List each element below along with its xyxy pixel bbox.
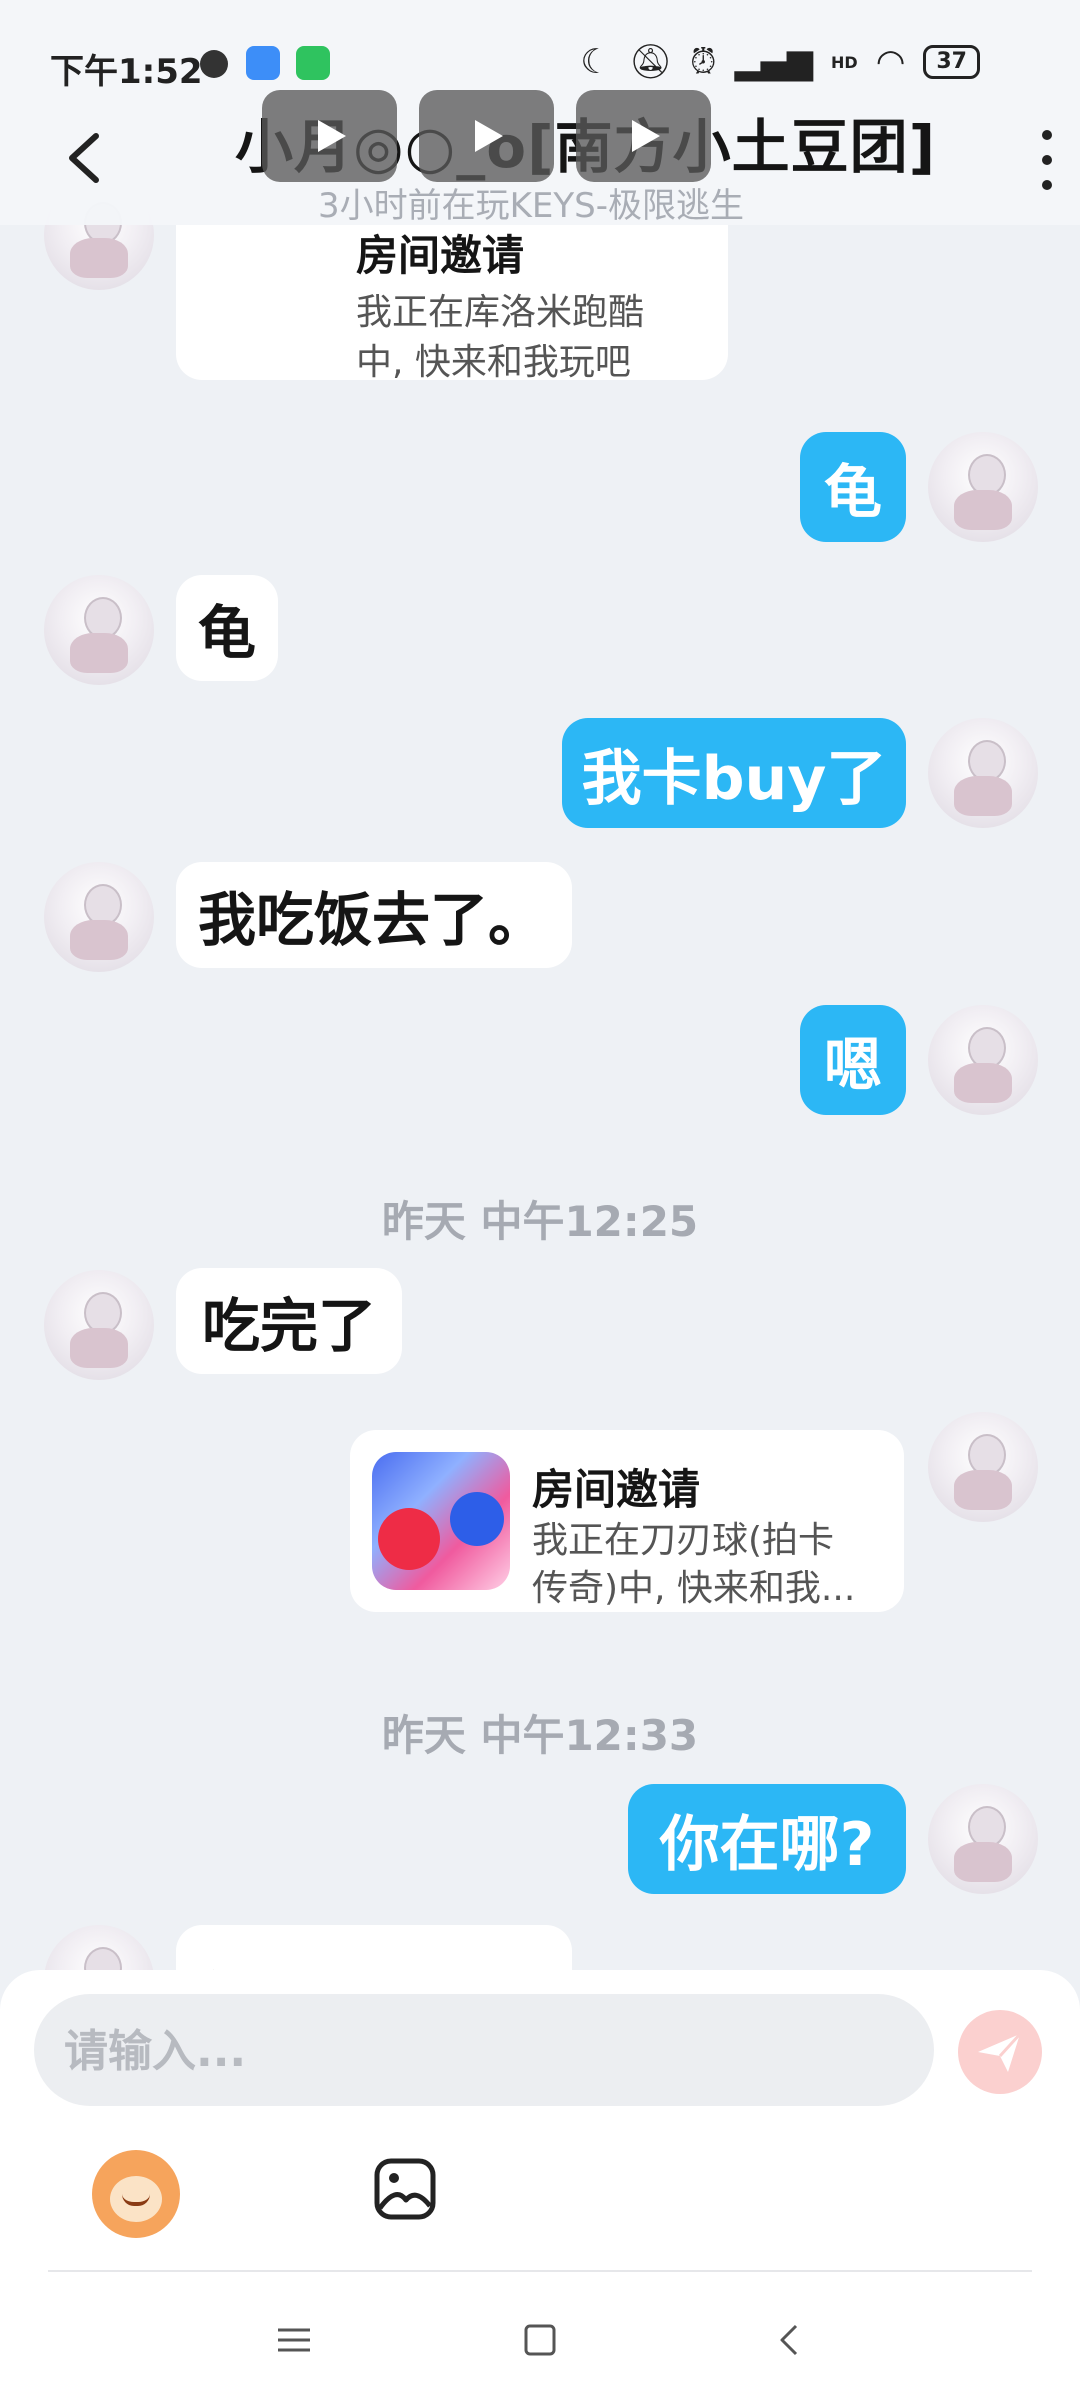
message-bubble-outgoing[interactable]: 你在哪? bbox=[628, 1784, 906, 1894]
divider bbox=[48, 2270, 1032, 2272]
home-nav-icon[interactable] bbox=[520, 2310, 560, 2370]
notification-app-icon bbox=[200, 50, 228, 78]
invite-line2: 传奇)中, 快来和我... bbox=[532, 1568, 856, 1609]
invite-line1: 我正在库洛米跑酷 bbox=[356, 292, 645, 333]
alarm-icon: ⏰︎ bbox=[690, 42, 717, 82]
emoji-icon[interactable] bbox=[92, 2150, 180, 2238]
moon-icon: ☾ bbox=[580, 42, 611, 82]
timestamp: 昨天 中午12:25 bbox=[381, 1197, 699, 1246]
invite-line2: 中, 快来和我玩吧 bbox=[356, 342, 631, 383]
avatar[interactable] bbox=[928, 1784, 1038, 1894]
send-icon bbox=[978, 2032, 1022, 2072]
message-bubble-outgoing[interactable]: 我卡buy了 bbox=[562, 718, 906, 828]
message-bubble-incoming[interactable]: 吃完了 bbox=[176, 1268, 402, 1374]
menu-nav-icon[interactable] bbox=[274, 2310, 314, 2370]
send-button[interactable] bbox=[958, 2010, 1042, 2094]
invite-line1: 我正在刀刃球(拍卡 bbox=[532, 1520, 835, 1561]
wechat-icon bbox=[296, 46, 330, 80]
invite-title: 房间邀请 bbox=[532, 1465, 701, 1514]
avatar[interactable] bbox=[928, 432, 1038, 542]
notification-app-icon bbox=[246, 46, 280, 80]
message-bubble-incoming[interactable]: 我吃饭去了。 bbox=[176, 862, 572, 968]
timestamp: 昨天 中午12:33 bbox=[381, 1711, 699, 1760]
message-bubble-outgoing[interactable]: 嗯 bbox=[800, 1005, 906, 1115]
invite-title: 房间邀请 bbox=[356, 231, 525, 280]
room-invite-card[interactable]: 房间邀请 我正在刀刃球(拍卡 传奇)中, 快来和我... bbox=[350, 1430, 904, 1612]
network-type: HD bbox=[831, 52, 858, 72]
avatar[interactable] bbox=[928, 1412, 1038, 1522]
play-icon[interactable] bbox=[262, 90, 397, 182]
signal-icon: ▂▄▆ bbox=[734, 42, 814, 82]
play-icon[interactable] bbox=[576, 90, 711, 182]
battery-icon: 37 bbox=[923, 45, 980, 79]
mute-icon: 🔕︎ bbox=[628, 42, 673, 82]
floating-controls bbox=[262, 90, 711, 182]
status-icons: ☾ 🔕︎ ⏰︎ ▂▄▆ HD ◠ 37 bbox=[580, 42, 980, 82]
avatar[interactable] bbox=[44, 862, 154, 972]
play-icon[interactable] bbox=[419, 90, 554, 182]
more-icon[interactable] bbox=[1032, 130, 1062, 190]
back-nav-icon[interactable] bbox=[770, 2310, 810, 2370]
message-bubble-incoming[interactable]: 龟 bbox=[176, 575, 278, 681]
avatar[interactable] bbox=[44, 575, 154, 685]
back-icon[interactable] bbox=[60, 128, 110, 188]
status-time: 下午1:52 bbox=[50, 52, 203, 92]
avatar[interactable] bbox=[928, 718, 1038, 828]
game-icon bbox=[372, 1452, 510, 1590]
message-bubble-outgoing[interactable]: 龟 bbox=[800, 432, 906, 542]
message-input-container[interactable] bbox=[34, 1994, 934, 2108]
message-input[interactable] bbox=[62, 1994, 886, 2108]
status-subtitle: 3小时前在玩KEYS-极限逃生 bbox=[318, 186, 745, 226]
chat-header: 小月◎○_o[南方小土豆团] 3小时前在玩KEYS-极限逃生 bbox=[0, 90, 1080, 226]
avatar[interactable] bbox=[44, 1270, 154, 1380]
wifi-icon: ◠ bbox=[875, 42, 906, 82]
avatar[interactable] bbox=[928, 1005, 1038, 1115]
image-icon[interactable] bbox=[372, 2156, 438, 2222]
composer bbox=[0, 1970, 1080, 2400]
